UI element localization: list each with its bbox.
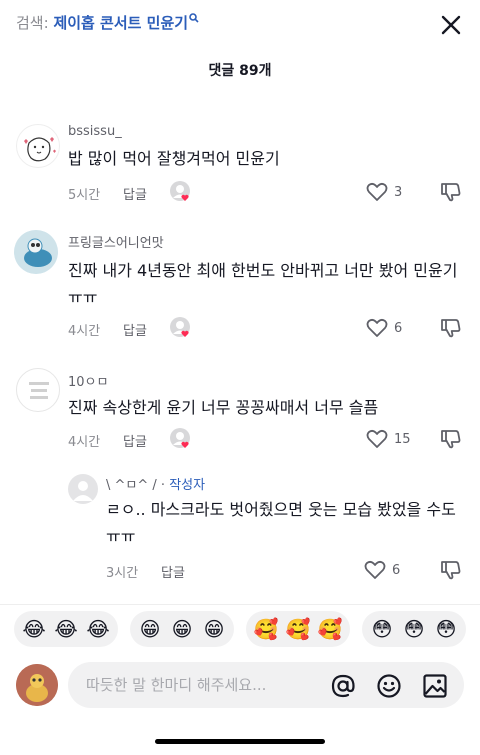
comment-item: 프링글스어니언맛 진짜 내가 4년동안 최애 한번도 안바뀌고 너만 봤어 민윤… bbox=[0, 226, 480, 346]
smiling-hearts-icon: 🥰 bbox=[253, 617, 279, 641]
comment-username[interactable]: bssissu_ bbox=[68, 124, 122, 139]
top-bar: 검색: 제이홉 콘서트 민윤기 bbox=[0, 0, 480, 50]
comment-text: 밥 많이 먹어 잘챙겨먹어 민윤기 bbox=[68, 149, 280, 168]
comment-item: 10ㅇㅁ 진짜 속상한게 윤기 너무 꽁꽁싸매서 너무 슬픔 4시간 답글 15 bbox=[0, 362, 480, 458]
creator-liked-icon bbox=[170, 181, 190, 201]
like-count: 6 bbox=[392, 562, 401, 578]
grinning-icon: 😁 bbox=[203, 617, 225, 641]
comment-item: bssissu_ 밥 많이 먹어 잘챙겨먹어 민윤기 5시간 답글 3 bbox=[0, 118, 480, 218]
emoji-flushed-button[interactable]: 😳 😳 😳 bbox=[362, 611, 466, 647]
comment-time: 4시간 bbox=[68, 435, 101, 450]
like-button[interactable]: 3 bbox=[366, 182, 402, 202]
avatar[interactable] bbox=[14, 230, 58, 274]
emoji-icon[interactable] bbox=[376, 673, 402, 699]
flushed-icon: 😳 bbox=[435, 617, 457, 641]
my-avatar[interactable] bbox=[16, 664, 58, 706]
reply-time: 3시간 bbox=[106, 566, 139, 581]
grinning-icon: 😁 bbox=[171, 617, 193, 641]
mention-icon[interactable] bbox=[330, 673, 356, 699]
comment-time: 5시간 bbox=[68, 188, 101, 203]
reply-username[interactable]: \ ^ㅁ^ / · 작성자 bbox=[106, 474, 205, 493]
flushed-icon: 😳 bbox=[403, 617, 425, 641]
creator-liked-icon bbox=[170, 428, 190, 448]
heart-icon bbox=[364, 560, 386, 579]
flushed-icon: 😳 bbox=[371, 617, 393, 641]
thumbs-down-icon[interactable] bbox=[440, 181, 462, 203]
avatar[interactable] bbox=[16, 368, 60, 412]
search-query[interactable]: 제이홉 콘서트 민윤기 bbox=[53, 14, 188, 32]
comment-text: 진짜 내가 4년동안 최애 한번도 안바뀌고 너만 봤어 민윤기 ㅠㅠ bbox=[68, 261, 458, 307]
comment-username[interactable]: 10ㅇㅁ bbox=[68, 371, 108, 390]
home-indicator[interactable] bbox=[155, 739, 325, 744]
like-button[interactable]: 6 bbox=[366, 318, 402, 338]
emoji-bar: 😂 😂 😂 😁 😁 😁 🥰 🥰 🥰 😳 😳 😳 bbox=[0, 604, 480, 650]
username-separator: · bbox=[156, 478, 170, 493]
emoji-smiling-hearts-button[interactable]: 🥰 🥰 🥰 bbox=[246, 611, 350, 647]
tears-of-joy-icon: 😂 bbox=[54, 617, 78, 641]
avatar[interactable] bbox=[16, 124, 60, 168]
like-button[interactable]: 6 bbox=[364, 560, 400, 580]
heart-icon bbox=[366, 182, 388, 201]
emoji-tears-of-joy-button[interactable]: 😂 😂 😂 bbox=[14, 611, 118, 647]
search-prefix: 검색: bbox=[16, 14, 49, 32]
heart-icon bbox=[366, 318, 388, 337]
image-icon[interactable] bbox=[422, 673, 448, 699]
comment-input[interactable] bbox=[86, 674, 326, 696]
like-count: 3 bbox=[394, 184, 403, 200]
search-label[interactable]: 검색: 제이홉 콘서트 민윤기 bbox=[16, 12, 199, 33]
reply-button[interactable]: 답글 bbox=[123, 431, 147, 450]
comment-input-bar bbox=[0, 652, 480, 722]
tears-of-joy-icon: 😂 bbox=[22, 617, 46, 641]
like-count: 15 bbox=[394, 431, 411, 447]
reply-button[interactable]: 답글 bbox=[123, 320, 147, 339]
smiling-hearts-icon: 🥰 bbox=[317, 617, 343, 641]
comment-text: 진짜 속상한게 윤기 너무 꽁꽁싸매서 너무 슬픔 bbox=[68, 398, 379, 417]
tears-of-joy-icon: 😂 bbox=[86, 617, 110, 641]
reply-text: ㄹㅇ.. 마스크라도 벗어줬으면 웃는 모습 봤었을 수도ㅠㅠ bbox=[106, 500, 456, 546]
creator-liked-icon bbox=[170, 317, 190, 337]
heart-icon bbox=[366, 429, 388, 448]
like-count: 6 bbox=[394, 320, 403, 336]
reply-username-text: \ ^ㅁ^ / bbox=[106, 478, 157, 493]
close-icon[interactable] bbox=[440, 14, 462, 36]
emoji-grinning-button[interactable]: 😁 😁 😁 bbox=[130, 611, 234, 647]
smiling-hearts-icon: 🥰 bbox=[285, 617, 311, 641]
reply-item: \ ^ㅁ^ / · 작성자 ㄹㅇ.. 마스크라도 벗어줬으면 웃는 모습 봤었을… bbox=[0, 466, 480, 590]
comment-count: 댓글 89개 bbox=[208, 63, 272, 79]
comment-time: 4시간 bbox=[68, 324, 101, 339]
thumbs-down-icon[interactable] bbox=[440, 428, 462, 450]
reply-button[interactable]: 답글 bbox=[123, 184, 147, 203]
avatar[interactable] bbox=[68, 474, 98, 504]
comment-input-box[interactable] bbox=[68, 662, 464, 708]
reply-button[interactable]: 답글 bbox=[161, 562, 185, 581]
thumbs-down-icon[interactable] bbox=[440, 559, 462, 581]
author-badge: 작성자 bbox=[169, 478, 206, 493]
thumbs-down-icon[interactable] bbox=[440, 317, 462, 339]
search-icon bbox=[189, 13, 199, 23]
grinning-icon: 😁 bbox=[139, 617, 161, 641]
comment-username[interactable]: 프링글스어니언맛 bbox=[68, 232, 164, 251]
like-button[interactable]: 15 bbox=[366, 429, 411, 449]
